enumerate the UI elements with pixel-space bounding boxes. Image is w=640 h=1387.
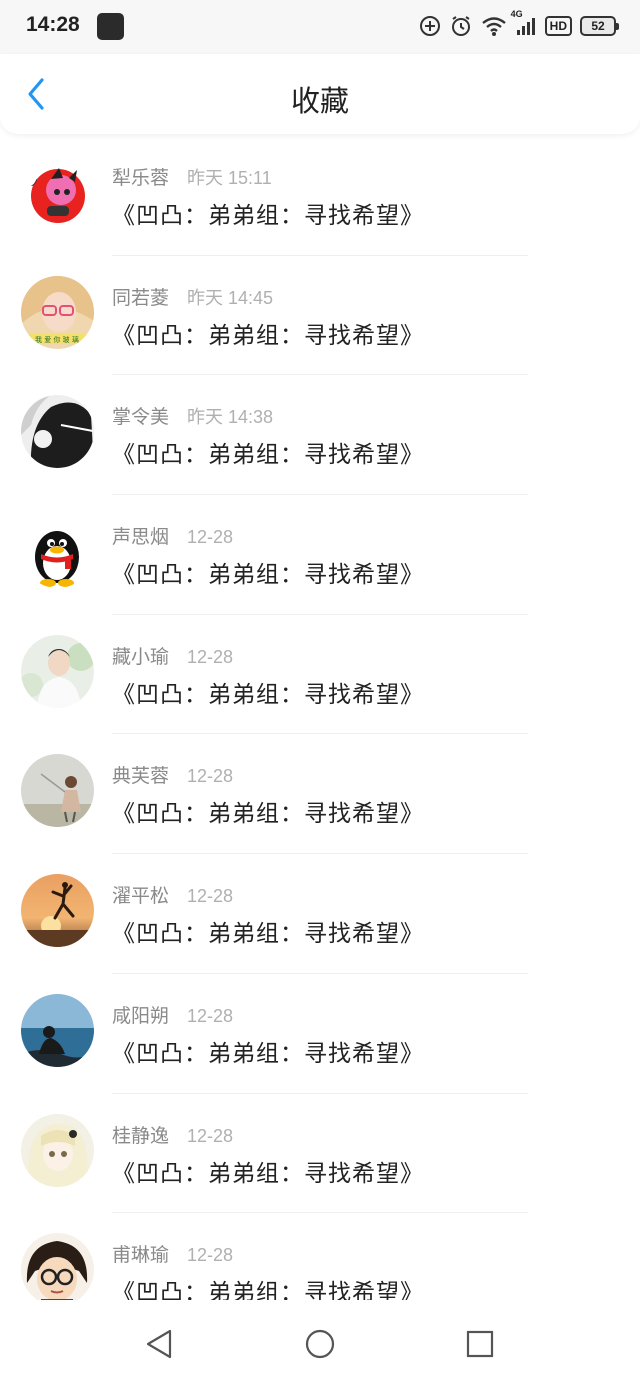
item-title: 《凹凸：弟弟组：寻找希望》 — [112, 322, 424, 349]
page-title: 收藏 — [290, 84, 349, 118]
avatar — [21, 874, 94, 948]
nav-recents-button[interactable] — [463, 1327, 497, 1361]
avatar — [21, 1113, 94, 1187]
list-item[interactable]: 声思烟 12-28 《凹凸：弟弟组：寻找希望》 — [0, 495, 640, 615]
battery-level: 52 — [591, 19, 605, 33]
square-recents-icon — [466, 1330, 494, 1358]
timestamp: 12-28 — [187, 1245, 234, 1266]
item-title: 《凹凸：弟弟组：寻找希望》 — [112, 1160, 424, 1187]
svg-text:我 爱 你 玻 璃: 我 爱 你 玻 璃 — [35, 335, 79, 344]
item-title: 《凹凸：弟弟组：寻找希望》 — [112, 921, 424, 948]
item-meta: 典芙蓉 12-28 — [112, 761, 233, 788]
item-meta: 甫琳瑜 12-28 — [112, 1240, 233, 1267]
triangle-back-icon — [146, 1329, 172, 1359]
app-notification-icon — [97, 13, 124, 40]
user-name: 犁乐蓉 — [112, 167, 170, 189]
alarm-icon — [449, 14, 473, 38]
battery-icon: 52 — [580, 16, 619, 36]
data-saver-icon — [419, 15, 441, 37]
nav-home-button[interactable] — [303, 1327, 337, 1361]
item-title: 《凹凸：弟弟组：寻找希望》 — [112, 203, 424, 229]
avatar — [21, 634, 94, 708]
item-meta: 濯平松 12-28 — [112, 881, 233, 908]
list-item[interactable]: ノ 犁乐蓉 昨天 15:11 《凹凸：弟弟组：寻找希望》 — [0, 136, 640, 256]
user-name: 声思烟 — [112, 526, 170, 549]
cellular-signal-icon: 4G — [511, 9, 537, 37]
status-bar: 14:28 4G HD 52 — [0, 0, 640, 54]
list-item[interactable]: 掌令美 昨天 14:38 《凹凸：弟弟组：寻找希望》 — [0, 375, 640, 496]
item-title: 《凹凸：弟弟组：寻找希望》 — [112, 1040, 424, 1067]
avatar — [21, 1233, 94, 1300]
avatar — [21, 754, 94, 828]
item-meta: 犁乐蓉 昨天 15:11 — [112, 163, 272, 190]
timestamp: 12-28 — [187, 527, 234, 548]
user-name: 甫琳瑜 — [112, 1244, 170, 1267]
list-item[interactable]: 我 爱 你 玻 璃 同若菱 昨天 14:45 《凹凸：弟弟组：寻找希望》 — [0, 256, 640, 376]
system-navigation-bar — [0, 1300, 640, 1387]
list-item[interactable]: 濯平松 12-28 《凹凸：弟弟组：寻找希望》 — [0, 854, 640, 974]
svg-text:ノ: ノ — [30, 179, 39, 189]
user-name: 桂静逸 — [112, 1124, 170, 1147]
timestamp: 昨天 14:38 — [187, 407, 274, 428]
timestamp: 12-28 — [187, 886, 234, 907]
avatar — [21, 395, 94, 469]
item-meta: 掌令美 昨天 14:38 — [112, 402, 273, 429]
timestamp: 12-28 — [187, 1125, 234, 1146]
item-meta: 咸阳朔 12-28 — [112, 1001, 233, 1028]
list-item[interactable]: 桂静逸 12-28 《凹凸：弟弟组：寻找希望》 — [0, 1094, 640, 1214]
favorites-list: ノ 犁乐蓉 昨天 15:11 《凹凸：弟弟组：寻找希望》 我 爱 你 玻 璃 同… — [0, 136, 640, 1300]
user-name: 典芙蓉 — [112, 765, 170, 788]
item-title: 《凹凸：弟弟组：寻找希望》 — [112, 681, 424, 708]
item-meta: 声思烟 12-28 — [112, 522, 233, 549]
avatar: ノ — [21, 156, 94, 229]
user-name: 掌令美 — [112, 406, 170, 429]
avatar — [21, 993, 94, 1067]
item-meta: 藏小瑜 12-28 — [112, 642, 233, 669]
list-item[interactable]: 藏小瑜 12-28 《凹凸：弟弟组：寻找希望》 — [0, 615, 640, 735]
hd-voice-badge: HD — [544, 16, 572, 36]
list-item[interactable]: 甫琳瑜 12-28 《凹凸：弟弟组：寻找希望》 — [0, 1213, 640, 1300]
timestamp: 12-28 — [187, 766, 234, 787]
item-meta: 同若菱 昨天 14:45 — [112, 283, 273, 310]
header: 收藏 — [0, 54, 640, 134]
item-title: 《凹凸：弟弟组：寻找希望》 — [112, 562, 424, 589]
circle-home-icon — [305, 1329, 335, 1359]
user-name: 藏小瑜 — [112, 645, 170, 668]
timestamp: 昨天 15:11 — [187, 168, 272, 188]
status-time: 14:28 — [26, 13, 80, 36]
list-item[interactable]: 典芙蓉 12-28 《凹凸：弟弟组：寻找希望》 — [0, 734, 640, 855]
list-item[interactable]: 咸阳朔 12-28 《凹凸：弟弟组：寻找希望》 — [0, 974, 640, 1094]
network-type-label: 4G — [510, 9, 523, 19]
timestamp: 12-28 — [187, 646, 234, 667]
item-title: 《凹凸：弟弟组：寻找希望》 — [112, 1280, 424, 1300]
status-icons: 4G HD 52 — [419, 9, 619, 40]
nav-back-button[interactable] — [142, 1327, 176, 1361]
user-name: 咸阳朔 — [112, 1004, 170, 1027]
timestamp: 昨天 14:45 — [187, 287, 274, 308]
item-title: 《凹凸：弟弟组：寻找希望》 — [112, 442, 424, 469]
item-title: 《凹凸：弟弟组：寻找希望》 — [112, 801, 424, 828]
wifi-icon — [481, 15, 507, 37]
item-meta: 桂静逸 12-28 — [112, 1121, 233, 1148]
avatar: 我 爱 你 玻 璃 — [21, 275, 94, 349]
user-name: 同若菱 — [112, 286, 170, 309]
timestamp: 12-28 — [187, 1005, 234, 1026]
user-name: 濯平松 — [112, 885, 170, 908]
avatar — [21, 515, 94, 589]
